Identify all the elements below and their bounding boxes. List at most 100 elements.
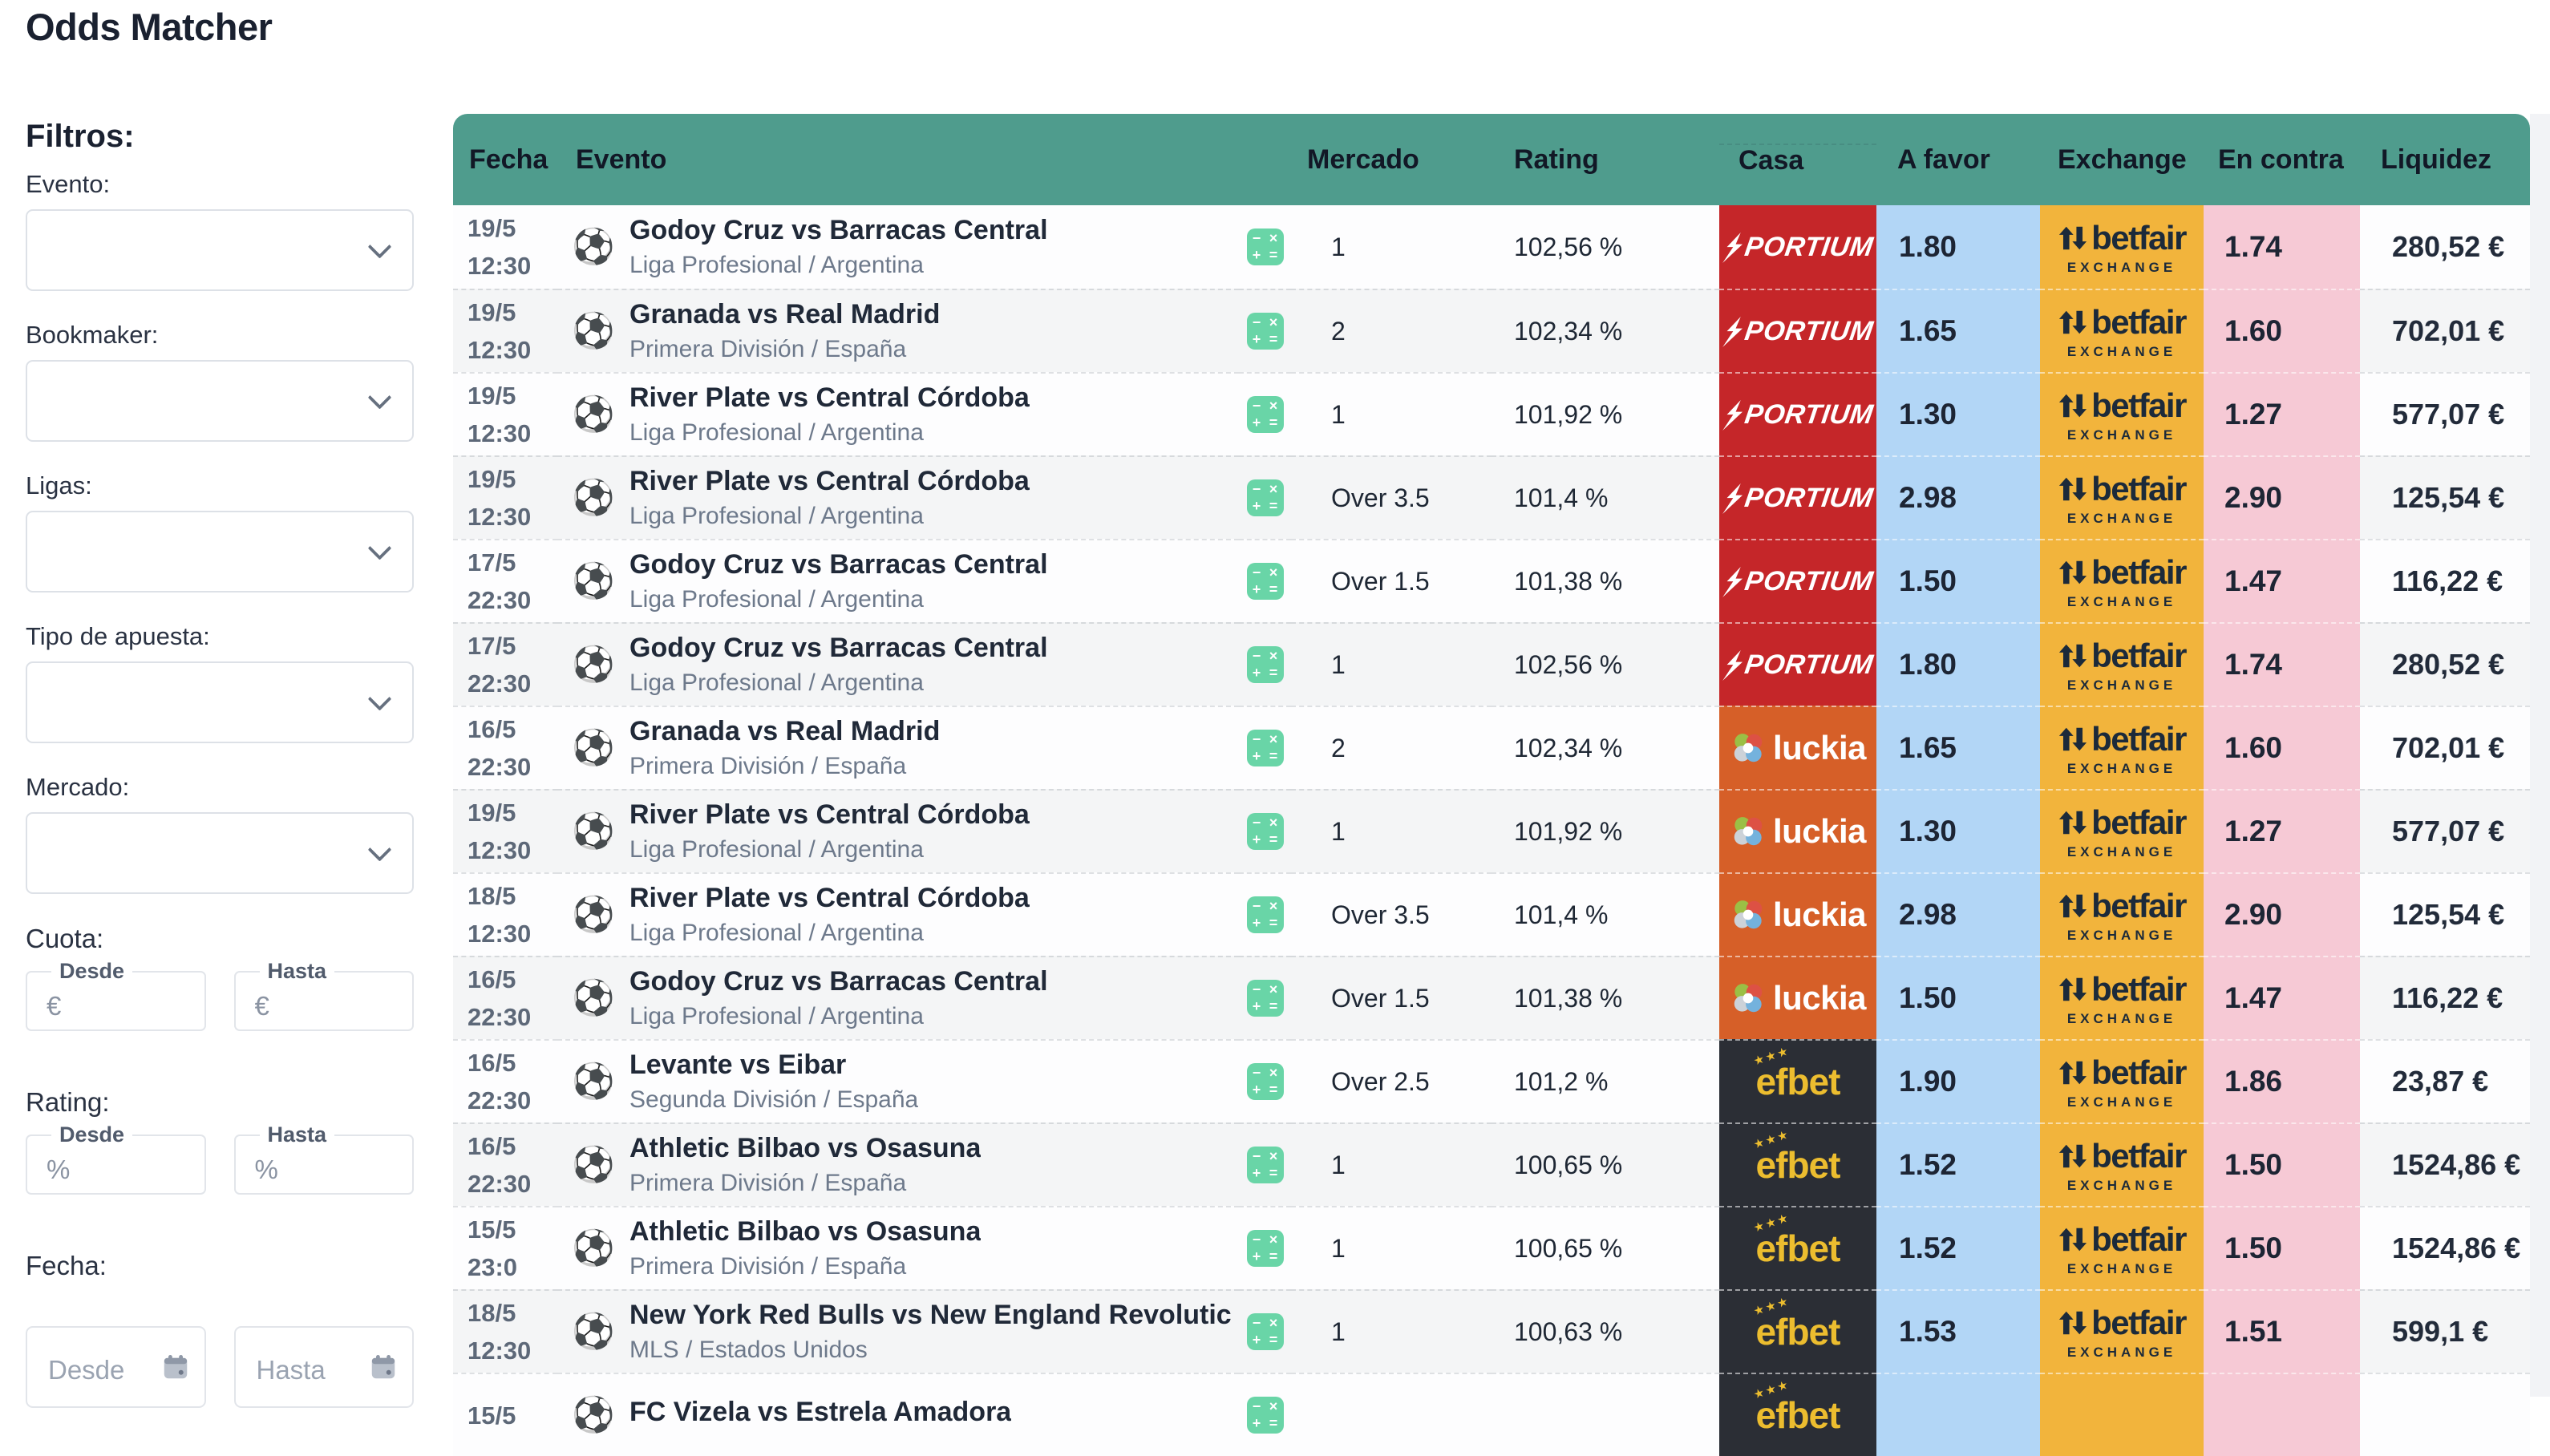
efbet-logo[interactable]: ★★★efbet bbox=[1756, 1143, 1840, 1187]
betfair-exchange-logo[interactable]: betfairEXCHANGE bbox=[2058, 303, 2186, 360]
calculator-icon[interactable]: −×+= bbox=[1247, 896, 1284, 933]
luckia-logo[interactable]: luckia bbox=[1730, 979, 1866, 1017]
filter-tipo-apuesta-select[interactable] bbox=[26, 661, 414, 743]
filter-evento-select[interactable] bbox=[26, 209, 414, 291]
col-header-rating: Rating bbox=[1492, 144, 1719, 176]
table-row[interactable]: 17/522:30⚽Godoy Cruz vs Barracas Central… bbox=[453, 539, 2530, 622]
calculator-icon[interactable]: −×+= bbox=[1247, 646, 1284, 683]
cuota-desde-input[interactable] bbox=[45, 990, 168, 1022]
sportium-logo[interactable]: PORTIUM bbox=[1720, 232, 1875, 263]
liquidity-cell: 577,07 € bbox=[2360, 789, 2530, 872]
soccer-ball-icon: ⚽ bbox=[572, 229, 610, 265]
event-title: River Plate vs Central Córdoba bbox=[629, 883, 1030, 914]
table-row[interactable]: 15/523:0⚽Athletic Bilbao vs OsasunaPrime… bbox=[453, 1206, 2530, 1289]
luckia-logo[interactable]: luckia bbox=[1730, 812, 1866, 851]
efbet-logo[interactable]: ★★★efbet bbox=[1756, 1393, 1840, 1437]
calculator-icon[interactable]: −×+= bbox=[1247, 1063, 1284, 1100]
table-row[interactable]: 16/522:30⚽Granada vs Real MadridPrimera … bbox=[453, 706, 2530, 789]
fecha-hasta-input[interactable] bbox=[234, 1326, 415, 1408]
calculator-icon[interactable]: −×+= bbox=[1247, 730, 1284, 766]
exchange-cell: betfairEXCHANGE bbox=[2040, 1122, 2204, 1206]
filter-ligas-select[interactable] bbox=[26, 511, 414, 593]
event-time: 22:30 bbox=[468, 998, 531, 1036]
table-row[interactable]: 17/522:30⚽Godoy Cruz vs Barracas Central… bbox=[453, 622, 2530, 706]
betfair-exchange-logo[interactable]: betfairEXCHANGE bbox=[2058, 803, 2186, 860]
rating-hasta-input[interactable] bbox=[253, 1154, 377, 1186]
event-league: Liga Profesional / Argentina bbox=[629, 419, 1030, 447]
betfair-exchange-logo[interactable]: betfairEXCHANGE bbox=[2058, 1054, 2186, 1110]
betfair-arrows-icon bbox=[2058, 1224, 2088, 1255]
calculator-icon[interactable]: −×+= bbox=[1247, 563, 1284, 600]
betfair-exchange-logo[interactable]: betfairEXCHANGE bbox=[2058, 1137, 2186, 1194]
betfair-exchange-logo[interactable]: betfairEXCHANGE bbox=[2058, 1220, 2186, 1277]
event-league: Primera División / España bbox=[629, 1170, 981, 1197]
liquidity-cell: 1524,86 € bbox=[2360, 1122, 2530, 1206]
calculator-icon[interactable]: −×+= bbox=[1247, 1147, 1284, 1183]
filter-group-bookmaker: Bookmaker: bbox=[26, 321, 414, 442]
efbet-logo[interactable]: ★★★efbet bbox=[1756, 1060, 1840, 1103]
filter-group-cuota: Cuota: Desde Hasta bbox=[26, 924, 414, 1031]
casa-cell: luckia bbox=[1719, 706, 1876, 789]
table-row[interactable]: 18/512:30⚽New York Red Bulls vs New Engl… bbox=[453, 1289, 2530, 1373]
table-row[interactable]: 16/522:30⚽Levante vs EibarSegunda Divisi… bbox=[453, 1039, 2530, 1122]
betfair-exchange-logo[interactable]: betfairEXCHANGE bbox=[2058, 637, 2186, 694]
fecha-hasta-text[interactable] bbox=[255, 1354, 354, 1386]
sportium-logo[interactable]: PORTIUM bbox=[1720, 649, 1875, 681]
calculator-icon[interactable]: −×+= bbox=[1247, 1397, 1284, 1434]
event-title: River Plate vs Central Córdoba bbox=[629, 382, 1030, 414]
efbet-logo[interactable]: ★★★efbet bbox=[1756, 1310, 1840, 1353]
betfair-exchange-logo[interactable]: betfairEXCHANGE bbox=[2058, 386, 2186, 443]
table-row[interactable]: 19/512:30⚽River Plate vs Central Córdoba… bbox=[453, 455, 2530, 539]
fecha-desde-input[interactable] bbox=[26, 1326, 206, 1408]
betfair-exchange-logo[interactable]: betfairEXCHANGE bbox=[2058, 1304, 2186, 1361]
liquidity-cell: 599,1 € bbox=[2360, 1289, 2530, 1373]
back-odds-cell: 1.52 bbox=[1876, 1206, 2040, 1289]
filter-mercado-select[interactable] bbox=[26, 812, 414, 894]
sportium-logo[interactable]: PORTIUM bbox=[1720, 566, 1875, 597]
luckia-flower-icon bbox=[1730, 730, 1767, 766]
sportium-logo[interactable]: PORTIUM bbox=[1720, 483, 1875, 514]
calculator-icon[interactable]: −×+= bbox=[1247, 980, 1284, 1017]
luckia-logo[interactable]: luckia bbox=[1730, 896, 1866, 934]
betfair-exchange-logo[interactable]: betfairEXCHANGE bbox=[2058, 970, 2186, 1027]
filter-bookmaker-select[interactable] bbox=[26, 360, 414, 442]
table-row[interactable]: 15/5⚽FC Vizela vs Estrela Amadora−×+=★★★… bbox=[453, 1373, 2530, 1456]
efbet-logo[interactable]: ★★★efbet bbox=[1756, 1227, 1840, 1270]
soccer-ball-icon: ⚽ bbox=[572, 980, 610, 1017]
luckia-logo[interactable]: luckia bbox=[1730, 729, 1866, 767]
calculator-icon[interactable]: −×+= bbox=[1247, 229, 1284, 265]
event-date: 17/5 bbox=[468, 627, 516, 665]
table-row[interactable]: 18/512:30⚽River Plate vs Central Córdoba… bbox=[453, 872, 2530, 956]
table-row[interactable]: 19/512:30⚽River Plate vs Central Córdoba… bbox=[453, 789, 2530, 872]
exchange-cell: betfairEXCHANGE bbox=[2040, 789, 2204, 872]
market-cell: Over 3.5 bbox=[1291, 872, 1492, 956]
chevron-down-icon bbox=[368, 536, 392, 560]
betfair-exchange-logo[interactable]: betfairEXCHANGE bbox=[2058, 470, 2186, 527]
cuota-hasta-input[interactable] bbox=[253, 990, 377, 1022]
calculator-icon[interactable]: −×+= bbox=[1247, 479, 1284, 516]
fecha-desde-text[interactable] bbox=[47, 1354, 146, 1386]
sportium-logo[interactable]: PORTIUM bbox=[1720, 399, 1875, 431]
calculator-icon[interactable]: −×+= bbox=[1247, 1313, 1284, 1350]
betfair-exchange-logo[interactable]: betfairEXCHANGE bbox=[2058, 887, 2186, 944]
event-date: 15/5 bbox=[468, 1211, 516, 1248]
event-league: Segunda División / España bbox=[629, 1086, 918, 1114]
calculator-icon[interactable]: −×+= bbox=[1247, 396, 1284, 433]
calculator-icon[interactable]: −×+= bbox=[1247, 813, 1284, 850]
betfair-exchange-logo[interactable]: betfairEXCHANGE bbox=[2058, 553, 2186, 610]
event-title: Granada vs Real Madrid bbox=[629, 299, 940, 330]
rating-desde-input[interactable] bbox=[45, 1154, 168, 1186]
calculator-icon[interactable]: −×+= bbox=[1247, 313, 1284, 350]
betfair-exchange-logo[interactable]: betfairEXCHANGE bbox=[2058, 219, 2186, 276]
table-row[interactable]: 16/522:30⚽Athletic Bilbao vs OsasunaPrim… bbox=[453, 1122, 2530, 1206]
table-row[interactable]: 19/512:30⚽River Plate vs Central Córdoba… bbox=[453, 372, 2530, 455]
table-row[interactable]: 19/512:30⚽Granada vs Real MadridPrimera … bbox=[453, 289, 2530, 372]
betfair-exchange-logo[interactable]: betfairEXCHANGE bbox=[2058, 720, 2186, 777]
calculator-icon[interactable]: −×+= bbox=[1247, 1230, 1284, 1267]
soccer-ball-icon: ⚽ bbox=[572, 396, 610, 433]
market-cell: 2 bbox=[1291, 706, 1492, 789]
table-row[interactable]: 16/522:30⚽Godoy Cruz vs Barracas Central… bbox=[453, 956, 2530, 1039]
page-title: Odds Matcher bbox=[26, 5, 272, 49]
sportium-logo[interactable]: PORTIUM bbox=[1720, 316, 1875, 347]
table-row[interactable]: 19/512:30⚽Godoy Cruz vs Barracas Central… bbox=[453, 205, 2530, 289]
